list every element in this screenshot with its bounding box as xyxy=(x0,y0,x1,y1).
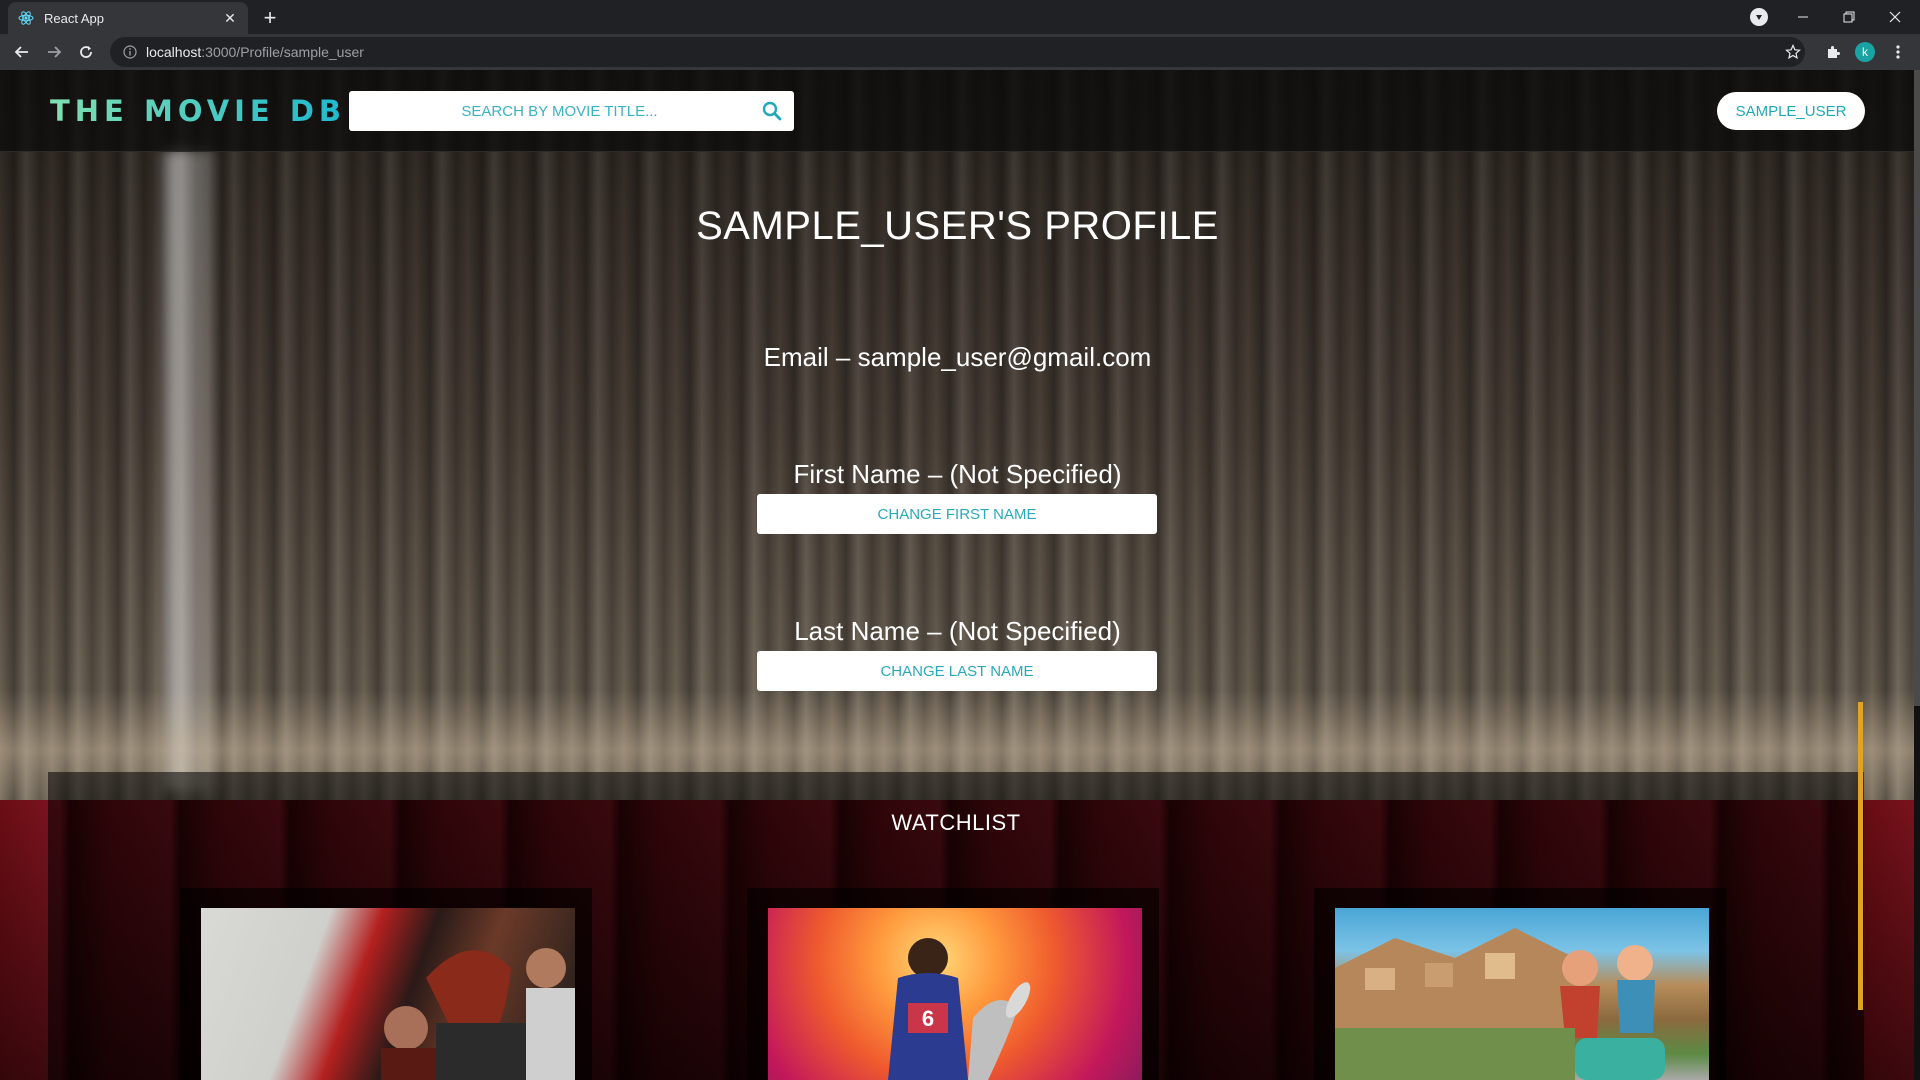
new-tab-button[interactable]: + xyxy=(258,5,282,30)
restore-icon[interactable] xyxy=(1826,0,1872,34)
movie-poster-2[interactable]: 6 xyxy=(768,908,1142,1080)
site-logo[interactable]: THE MOVIE DB xyxy=(50,94,346,128)
user-menu-button[interactable]: SAMPLE_USER xyxy=(1717,92,1865,130)
movie-poster-1[interactable] xyxy=(201,908,575,1080)
svg-text:6: 6 xyxy=(922,1006,934,1031)
react-icon xyxy=(18,10,34,26)
change-last-name-button[interactable]: CHANGE LAST NAME xyxy=(757,651,1157,691)
browser-toolbar: localhost:3000/Profile/sample_user k xyxy=(0,34,1920,70)
minimize-icon[interactable] xyxy=(1780,0,1826,34)
watchlist-section: WATCHLIST 6 xyxy=(48,772,1864,1080)
watchlist-item[interactable] xyxy=(180,888,592,1080)
bookmark-star-icon[interactable] xyxy=(1779,38,1807,66)
reload-icon[interactable] xyxy=(72,38,100,66)
forward-arrow-icon[interactable] xyxy=(40,38,68,66)
site-navbar: THE MOVIE DB SAMPLE_USER xyxy=(0,70,1920,152)
url-path: :3000/Profile/sample_user xyxy=(201,44,364,60)
window-close-icon[interactable] xyxy=(1872,0,1918,34)
tab-title: React App xyxy=(44,10,104,26)
first-name-text: First Name – (Not Specified) xyxy=(793,459,1122,489)
watchlist-title: WATCHLIST xyxy=(891,810,1021,835)
info-icon[interactable] xyxy=(122,44,138,60)
kebab-menu-icon[interactable] xyxy=(1884,38,1912,66)
media-control-icon[interactable] xyxy=(1750,8,1768,26)
watchlist-item[interactable]: 6 xyxy=(747,888,1159,1080)
page-title: SAMPLE_USER'S PROFILE xyxy=(696,204,1219,248)
close-icon[interactable]: ✕ xyxy=(222,10,238,26)
browser-tab[interactable]: React App ✕ xyxy=(8,2,248,34)
movie-poster-3[interactable] xyxy=(1335,908,1709,1080)
url-text: localhost:3000/Profile/sample_user xyxy=(146,44,364,60)
browser-tabstrip: React App ✕ + xyxy=(0,0,1920,34)
search-input[interactable] xyxy=(349,91,750,131)
email-text: Email – sample_user@gmail.com xyxy=(763,342,1152,372)
back-arrow-icon[interactable] xyxy=(8,38,36,66)
scrollbar-thumb[interactable] xyxy=(1914,70,1920,706)
change-first-name-button[interactable]: CHANGE FIRST NAME xyxy=(757,494,1157,534)
page-content: THE MOVIE DB SAMPLE_USER SAMPLE_USER'S P… xyxy=(0,70,1920,1080)
watchlist-item[interactable] xyxy=(1314,888,1726,1080)
search-box xyxy=(349,91,794,131)
highlight-bar xyxy=(1858,702,1863,1010)
last-name-text: Last Name – (Not Specified) xyxy=(794,616,1121,646)
search-icon[interactable] xyxy=(750,91,794,131)
profile-avatar[interactable]: k xyxy=(1855,42,1875,62)
url-host: localhost xyxy=(146,44,202,60)
address-bar[interactable]: localhost:3000/Profile/sample_user xyxy=(110,37,1805,67)
extensions-puzzle-icon[interactable] xyxy=(1819,38,1847,66)
